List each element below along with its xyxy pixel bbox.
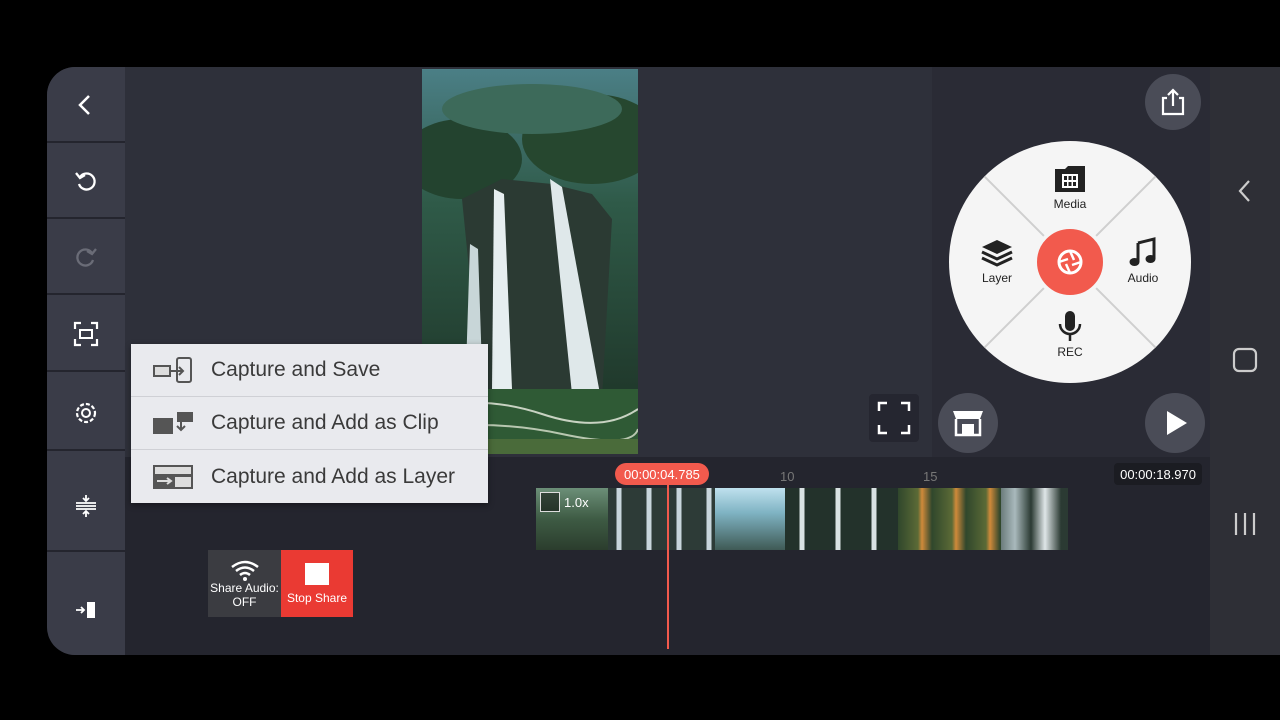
back-button[interactable] xyxy=(47,69,125,143)
audio-label: Audio xyxy=(1127,271,1159,285)
media-icon xyxy=(1055,166,1085,192)
capture-button[interactable] xyxy=(1033,225,1107,299)
play-button[interactable] xyxy=(1145,393,1205,453)
capture-and-save-label: Capture and Save xyxy=(211,358,381,381)
media-item[interactable]: Media xyxy=(1030,163,1110,211)
audio-item[interactable]: Audio xyxy=(1103,237,1183,285)
settings-button[interactable] xyxy=(47,377,125,451)
screen-capture-icon xyxy=(73,321,99,347)
stop-share-button[interactable]: Stop Share xyxy=(281,550,353,617)
clip-icon xyxy=(540,492,560,512)
capture-layer-icon xyxy=(153,464,193,489)
clip-thumbnail xyxy=(1001,488,1068,550)
left-toolbar xyxy=(47,67,125,655)
camera-shutter-icon xyxy=(1057,249,1083,275)
layer-label: Layer xyxy=(981,271,1013,285)
exit-icon xyxy=(76,602,95,618)
share-widget: Share Audio: OFF Stop Share xyxy=(208,550,353,617)
share-audio-label: Share Audio: xyxy=(210,580,279,595)
total-time: 00:00:18.970 xyxy=(1114,463,1202,485)
capture-and-add-clip-label: Capture and Add as Clip xyxy=(211,411,439,434)
current-time: 00:00:04.785 xyxy=(615,463,709,485)
recents-button[interactable] xyxy=(1210,511,1280,537)
clip-thumbnail xyxy=(785,488,898,550)
wifi-icon xyxy=(230,560,259,581)
clip-thumbnail xyxy=(898,488,1001,550)
store-icon xyxy=(953,411,983,437)
share-audio-status: OFF xyxy=(232,594,257,609)
align-icon xyxy=(76,495,96,517)
microphone-icon xyxy=(1058,311,1082,341)
capture-and-add-layer-label: Capture and Add as Layer xyxy=(211,464,456,488)
back-icon xyxy=(78,95,90,115)
fullscreen-icon xyxy=(877,401,911,435)
rec-label: REC xyxy=(1057,345,1083,359)
speed-tag: 1.0x xyxy=(540,492,589,512)
capture-menu: Capture and Save Capture and Add as Clip… xyxy=(131,344,488,503)
music-note-icon xyxy=(1129,237,1156,266)
ruler-tick: 10 xyxy=(780,469,795,484)
redo-icon xyxy=(76,248,97,267)
capture-save-icon xyxy=(153,357,192,383)
layer-item[interactable]: Layer xyxy=(957,237,1037,285)
rec-item[interactable]: REC xyxy=(1030,309,1110,359)
capture-and-save-item[interactable]: Capture and Save xyxy=(131,344,488,397)
capture-and-add-clip-item[interactable]: Capture and Add as Clip xyxy=(131,397,488,450)
stop-share-label: Stop Share xyxy=(286,590,348,605)
share-icon xyxy=(1161,88,1185,116)
align-button[interactable] xyxy=(47,462,125,552)
settings-icon xyxy=(75,402,97,424)
export-button[interactable] xyxy=(1145,74,1201,130)
fullscreen-button[interactable] xyxy=(869,394,919,442)
clip-thumbnail xyxy=(608,488,715,550)
chevron-left-icon xyxy=(1238,180,1250,202)
system-nav-bar xyxy=(1210,67,1280,655)
clip-thumbnail xyxy=(715,488,785,550)
undo-button[interactable] xyxy=(47,145,125,219)
home-button[interactable] xyxy=(1210,346,1280,374)
asset-store-button[interactable] xyxy=(938,393,998,453)
square-icon xyxy=(1232,347,1258,373)
playhead[interactable] xyxy=(667,485,669,649)
layer-icon xyxy=(981,240,1013,267)
screen-capture-button[interactable] xyxy=(47,298,125,372)
share-audio-button[interactable]: Share Audio: OFF xyxy=(208,550,281,617)
exit-button[interactable] xyxy=(47,565,125,655)
capture-clip-icon xyxy=(153,412,193,434)
capture-and-add-layer-item[interactable]: Capture and Add as Layer xyxy=(131,450,488,503)
ruler-tick: 15 xyxy=(923,469,938,484)
play-icon xyxy=(1167,411,1187,435)
stop-icon xyxy=(305,562,329,585)
speed-label: 1.0x xyxy=(564,494,589,510)
media-label: Media xyxy=(1053,197,1087,211)
panel-collapse-button[interactable] xyxy=(1210,177,1280,205)
recents-icon xyxy=(1234,513,1256,535)
undo-icon xyxy=(75,172,96,191)
redo-button[interactable] xyxy=(47,221,125,295)
clip-strip[interactable] xyxy=(536,488,1068,550)
